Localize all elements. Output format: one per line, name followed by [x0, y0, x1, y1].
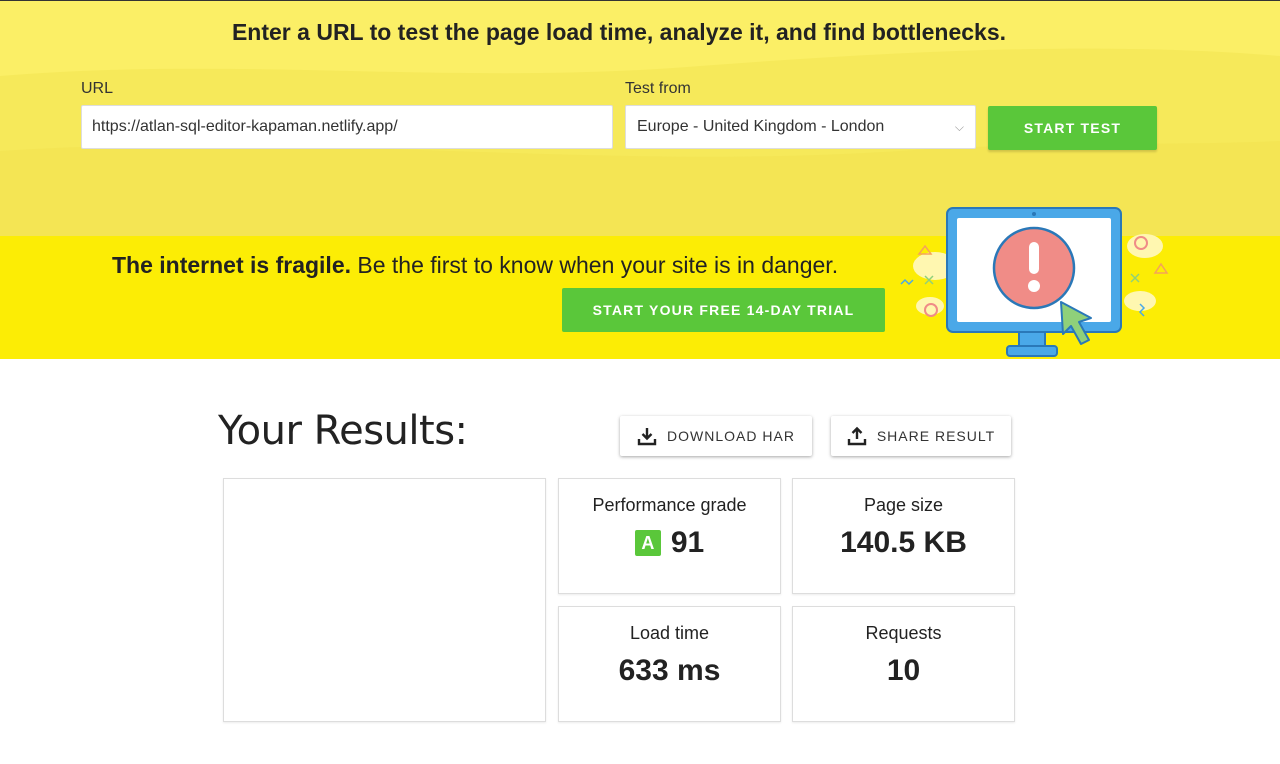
metric-value: 633 ms: [618, 654, 721, 687]
metric-value: 10: [886, 654, 921, 687]
metric-value: 140.5 KB: [840, 526, 967, 559]
test-location-value: Europe - United Kingdom - London: [637, 118, 885, 135]
metric-value: 91: [670, 526, 705, 559]
metric-label: Requests: [865, 623, 942, 643]
url-input[interactable]: [81, 105, 613, 149]
hero-section: Enter a URL to test the page load time, …: [0, 0, 1280, 236]
alert-monitor-illustration: [900, 207, 1169, 357]
download-har-button[interactable]: DOWNLOAD HAR: [620, 416, 812, 456]
metric-label: Page size: [863, 495, 944, 515]
banner-headline: The internet is fragile. Be the first to…: [112, 252, 838, 279]
test-location-select[interactable]: Europe - United Kingdom - London ⌵: [625, 105, 976, 149]
page-screenshot-card: [223, 478, 546, 722]
results-title: Your Results:: [218, 408, 468, 454]
metric-label: Performance grade: [592, 495, 747, 515]
banner-headline-rest: Be the first to know when your site is i…: [351, 252, 839, 278]
load-time-card: Load time 633 ms: [558, 606, 781, 722]
free-trial-button[interactable]: START YOUR FREE 14-DAY TRIAL: [562, 288, 885, 332]
banner-headline-bold: The internet is fragile.: [112, 252, 351, 278]
performance-grade-card: Performance grade A 91: [558, 478, 781, 594]
hero-title: Enter a URL to test the page load time, …: [231, 19, 1007, 45]
grade-badge: A: [634, 530, 661, 556]
metric-label: Load time: [629, 623, 710, 643]
page-size-card: Page size 140.5 KB: [792, 478, 1015, 594]
requests-card: Requests 10: [792, 606, 1015, 722]
download-icon: [637, 428, 657, 446]
download-har-label: DOWNLOAD HAR: [667, 428, 795, 444]
start-test-button[interactable]: START TEST: [988, 106, 1157, 150]
grade-row: A 91: [559, 526, 780, 560]
url-label: URL: [81, 80, 114, 97]
chevron-down-icon: ⌵: [954, 120, 964, 134]
share-result-button[interactable]: SHARE RESULT: [831, 416, 1011, 456]
test-from-label: Test from: [625, 80, 691, 97]
share-result-label: SHARE RESULT: [876, 428, 996, 444]
upload-share-icon: [847, 426, 867, 446]
